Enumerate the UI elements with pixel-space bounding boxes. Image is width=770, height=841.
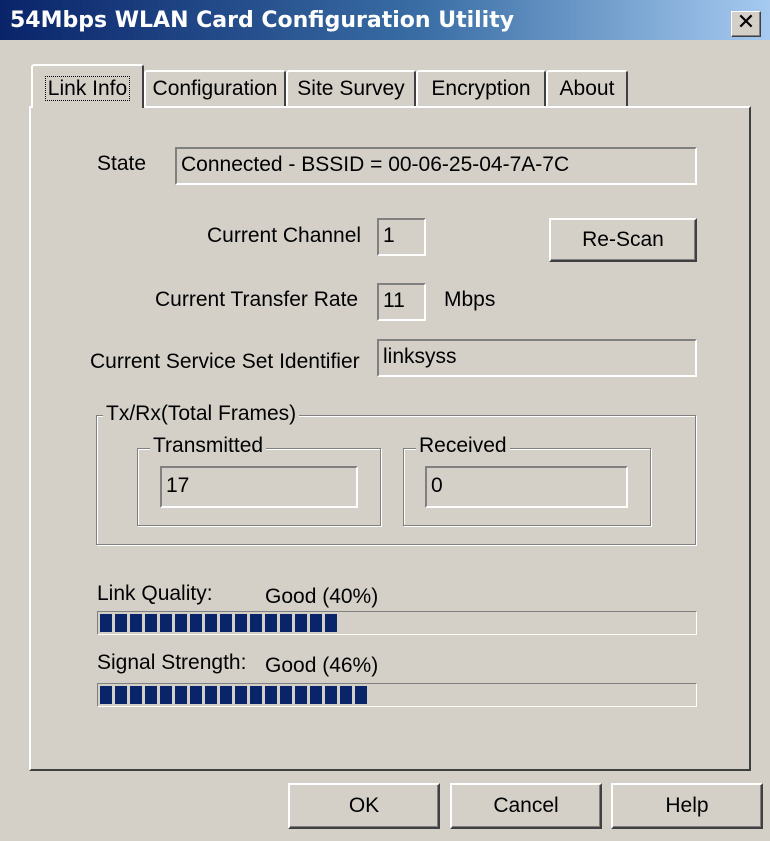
link-quality-bar (97, 611, 697, 635)
transfer-rate-field: 11 (377, 283, 426, 321)
transmitted-field: 17 (160, 466, 358, 508)
dialog-window: 54Mbps WLAN Card Configuration Utility ✕… (0, 0, 770, 841)
cancel-button[interactable]: Cancel (450, 783, 602, 829)
current-channel-field: 1 (377, 218, 426, 256)
tab-about-label: About (559, 77, 615, 100)
tab-site-survey-label: Site Survey (297, 77, 405, 100)
cancel-button-label: Cancel (493, 794, 559, 817)
tab-configuration-label: Configuration (152, 77, 278, 100)
received-title: Received (416, 434, 510, 458)
tab-link-info[interactable]: Link Info (31, 64, 144, 108)
tab-encryption[interactable]: Encryption (416, 70, 546, 106)
close-button[interactable]: ✕ (731, 11, 761, 37)
ssid-field: linksyss (377, 339, 697, 377)
tab-about[interactable]: About (546, 70, 628, 106)
help-button[interactable]: Help (611, 783, 763, 829)
ok-button[interactable]: OK (288, 783, 440, 829)
rate-unit-label: Mbps (444, 288, 496, 311)
received-field: 0 (425, 466, 628, 508)
txrx-group-title: Tx/Rx(Total Frames) (103, 402, 300, 426)
signal-strength-value: Good (46%) (265, 654, 379, 677)
signal-strength-bar-fill (100, 686, 370, 704)
title-bar[interactable]: 54Mbps WLAN Card Configuration Utility ✕ (0, 0, 770, 40)
link-quality-value: Good (40%) (265, 585, 379, 608)
rescan-button[interactable]: Re-Scan (549, 218, 697, 262)
window-title: 54Mbps WLAN Card Configuration Utility (10, 8, 515, 33)
current-transfer-rate-label: Current Transfer Rate (155, 288, 359, 311)
close-icon: ✕ (736, 10, 756, 35)
link-quality-bar-fill (100, 614, 340, 632)
tab-site-survey[interactable]: Site Survey (286, 70, 416, 106)
signal-strength-bar (97, 683, 697, 707)
ssid-label: Current Service Set Identifier (90, 350, 360, 373)
link-info-panel: State Connected - BSSID = 00-06-25-04-7A… (29, 106, 751, 771)
signal-strength-label: Signal Strength: (97, 651, 247, 674)
transmitted-title: Transmitted (150, 434, 267, 458)
help-button-label: Help (665, 794, 709, 817)
current-channel-label: Current Channel (207, 224, 362, 247)
ok-button-label: OK (348, 794, 380, 817)
link-quality-label: Link Quality: (97, 582, 213, 605)
tab-encryption-label: Encryption (431, 77, 531, 100)
state-label: State (97, 152, 147, 175)
tab-link-info-label: Link Info (44, 76, 131, 101)
tab-configuration[interactable]: Configuration (144, 70, 286, 106)
state-field: Connected - BSSID = 00-06-25-04-7A-7C (175, 147, 697, 185)
rescan-button-label: Re-Scan (582, 228, 664, 251)
